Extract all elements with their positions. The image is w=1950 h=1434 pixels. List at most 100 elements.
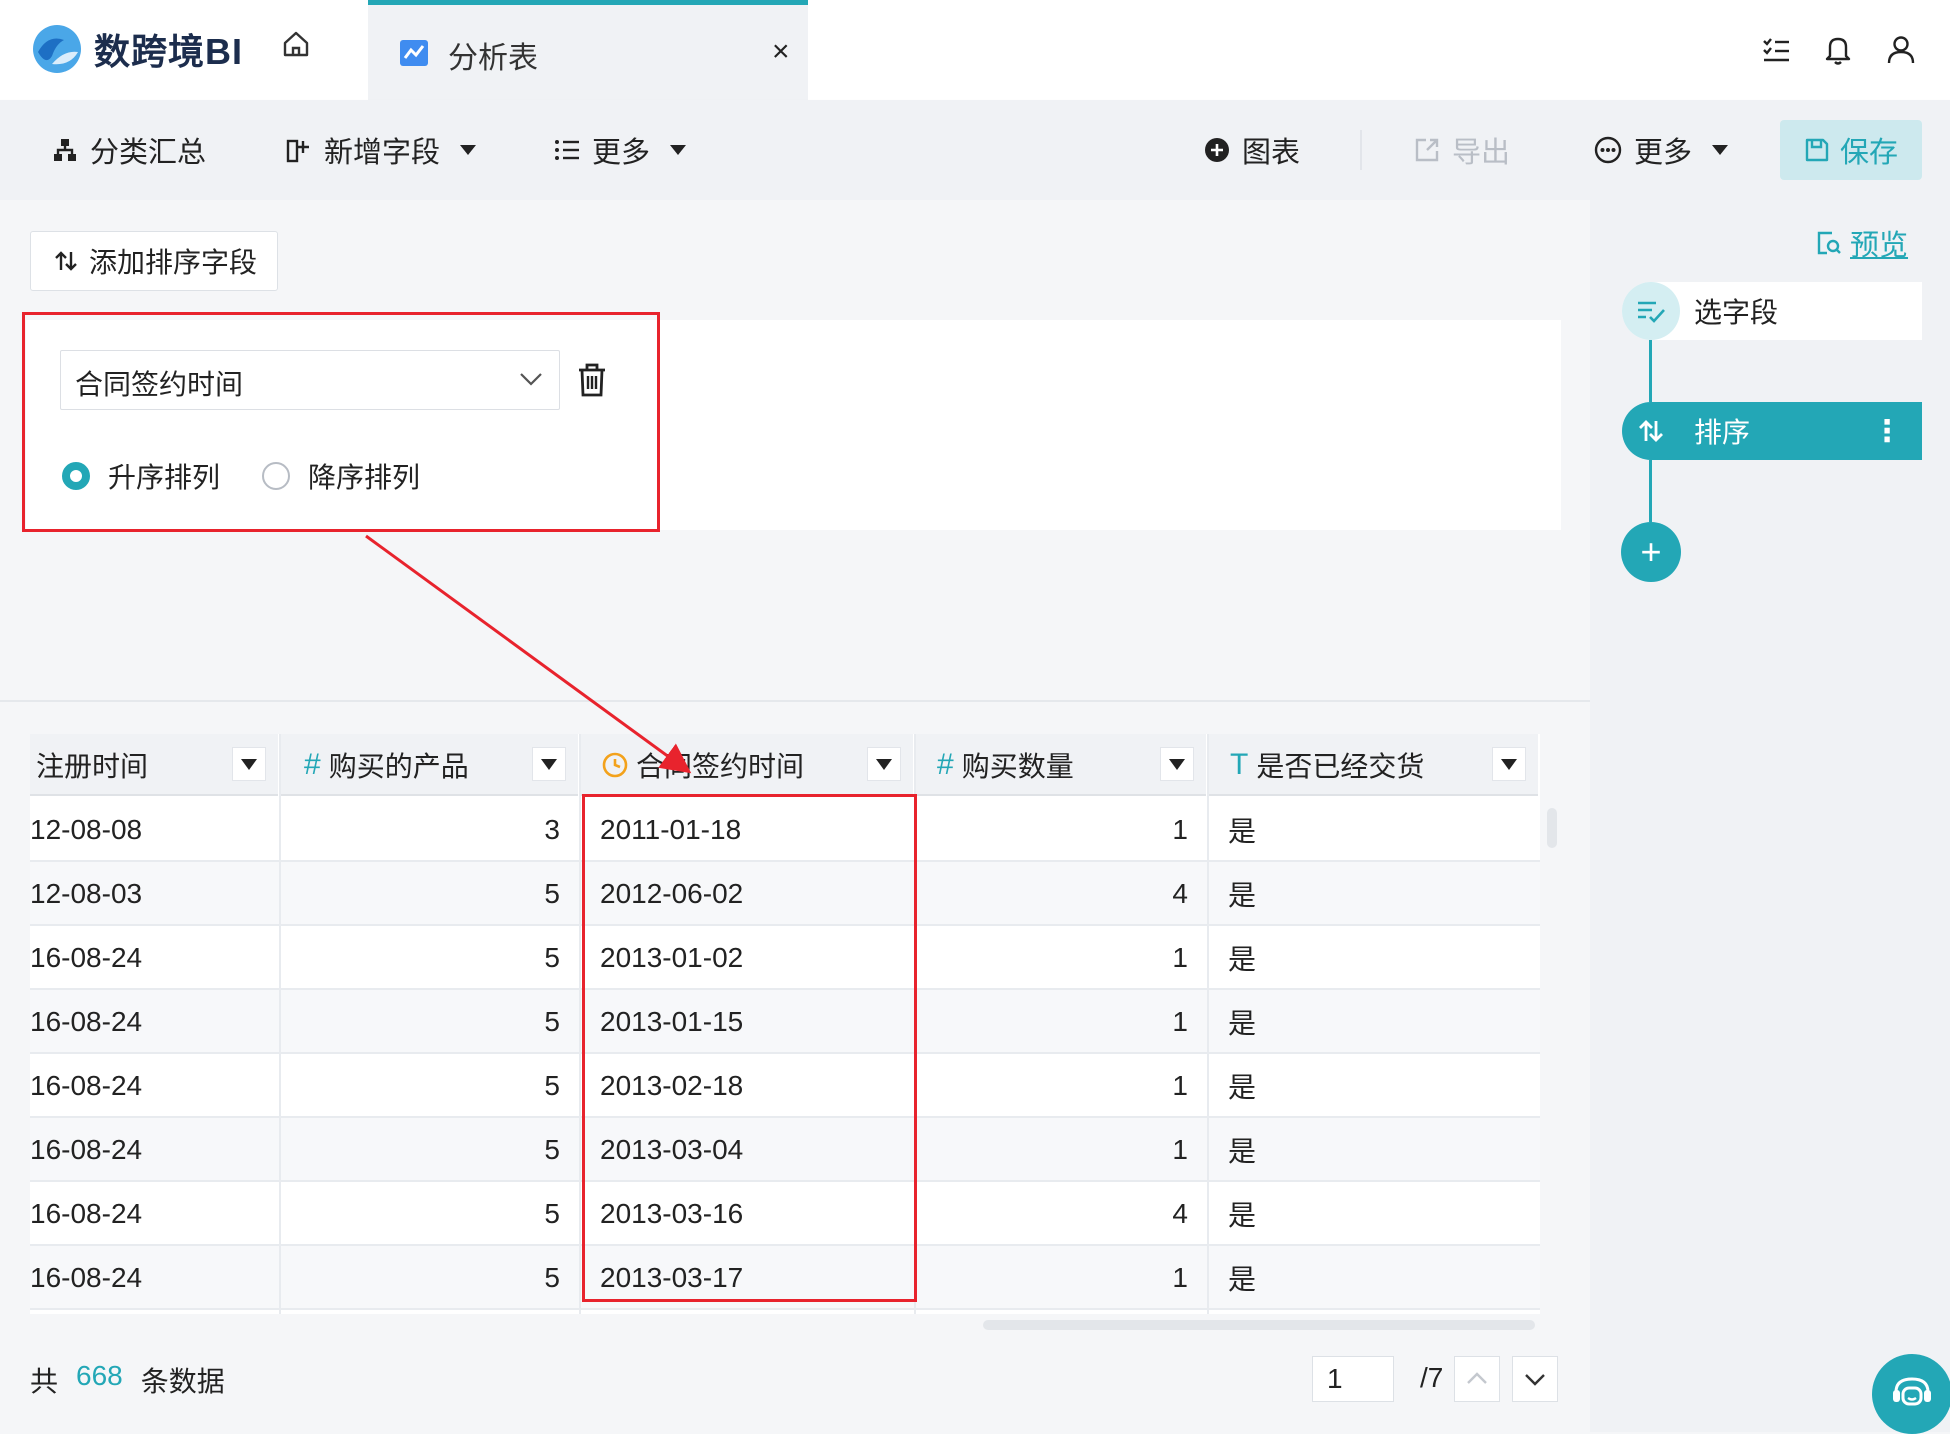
preview-label: 预览 bbox=[1850, 230, 1909, 262]
save-button[interactable]: 保存 bbox=[1780, 120, 1922, 180]
app-logo[interactable]: 数跨境BI bbox=[30, 14, 243, 84]
column-name: 注册时间 bbox=[36, 751, 149, 782]
more-right-label: 更多 bbox=[1634, 137, 1693, 169]
column-menu-button[interactable] bbox=[232, 747, 266, 781]
bell-icon bbox=[1825, 37, 1851, 65]
export-icon bbox=[1415, 138, 1439, 162]
flow-connector bbox=[1649, 460, 1652, 522]
kebab-menu-icon[interactable]: ⋮ bbox=[1872, 414, 1902, 449]
more-menu-left[interactable]: 更多 bbox=[554, 100, 687, 200]
column-header-delivered[interactable]: T 是否已经交货 bbox=[1208, 734, 1540, 796]
column-divider bbox=[279, 734, 281, 1314]
preview-link[interactable]: 预览 bbox=[1816, 222, 1908, 264]
column-header-product[interactable]: # 购买的产品 bbox=[280, 734, 580, 796]
more-menu-right[interactable]: 更多 bbox=[1594, 100, 1729, 200]
group-summary-button[interactable]: 分类汇总 bbox=[52, 100, 206, 200]
register-time-cell: 16-08-24 bbox=[30, 1198, 143, 1229]
chat-icon bbox=[1893, 1377, 1931, 1406]
product-cell: 5 bbox=[544, 1134, 560, 1165]
quantity-cell: 1 bbox=[1172, 1070, 1188, 1101]
save-icon bbox=[1805, 138, 1829, 162]
page-number-input[interactable]: 1 bbox=[1312, 1356, 1394, 1402]
export-button[interactable]: 导出 bbox=[1414, 100, 1510, 200]
column-header-quantity[interactable]: # 购买数量 bbox=[915, 734, 1208, 796]
sort-label: 排序 bbox=[1694, 417, 1751, 448]
column-menu-button[interactable] bbox=[867, 747, 901, 781]
group-summary-label: 分类汇总 bbox=[90, 137, 207, 169]
home-icon bbox=[283, 31, 309, 57]
prev-page-button[interactable] bbox=[1454, 1356, 1500, 1402]
quantity-cell: 4 bbox=[1172, 878, 1188, 909]
flow-connector bbox=[1649, 340, 1652, 402]
caret-down-icon bbox=[541, 758, 557, 770]
product-cell: 3 bbox=[544, 814, 560, 845]
contract-time-column-highlight bbox=[582, 794, 917, 1302]
sort-node bbox=[1622, 402, 1680, 460]
support-chat-button[interactable] bbox=[1872, 1354, 1950, 1434]
quantity-cell: 1 bbox=[1172, 1006, 1188, 1037]
logo-icon bbox=[33, 25, 81, 73]
column-header-contract-time[interactable]: 合同签约时间 bbox=[580, 734, 915, 796]
section-divider bbox=[0, 700, 1590, 702]
product-cell: 5 bbox=[544, 942, 560, 973]
quantity-cell: 1 bbox=[1172, 942, 1188, 973]
top-bar: 数跨境BI 分析表 × bbox=[0, 0, 1950, 100]
column-name: 是否已经交货 bbox=[1256, 751, 1425, 782]
quantity-cell: 1 bbox=[1172, 814, 1188, 845]
add-sort-field-button[interactable]: 添加排序字段 bbox=[30, 231, 278, 291]
flow-step-sort[interactable]: 排序 ⋮ bbox=[1622, 402, 1922, 460]
register-time-cell: 16-08-24 bbox=[30, 1006, 143, 1037]
chart-label: 图表 bbox=[1242, 137, 1301, 169]
record-count: 共 668 条数据 bbox=[30, 1360, 225, 1400]
chevron-down-icon bbox=[1525, 1374, 1545, 1386]
caret-down-icon bbox=[876, 758, 892, 770]
next-page-button[interactable] bbox=[1512, 1356, 1558, 1402]
flow-step-select-fields[interactable]: 选字段 bbox=[1622, 282, 1922, 340]
quantity-cell: 1 bbox=[1172, 1134, 1188, 1165]
logo-text: 数跨境BI bbox=[94, 31, 244, 72]
preview-icon bbox=[1817, 231, 1841, 255]
add-field-button[interactable]: 新增字段 bbox=[286, 100, 477, 200]
column-header-register-time[interactable]: 注册时间 bbox=[30, 734, 280, 796]
toolbar: 分类汇总 新增字段 更多 图表 导出 更多 bbox=[0, 100, 1950, 200]
flow-panel bbox=[1590, 200, 1950, 1432]
number-type-icon: # bbox=[304, 748, 321, 781]
column-menu-button[interactable] bbox=[1492, 747, 1526, 781]
column-name: 购买的产品 bbox=[328, 751, 469, 782]
save-label: 保存 bbox=[1839, 137, 1898, 169]
register-time-cell: 16-08-24 bbox=[30, 1070, 143, 1101]
select-fields-node bbox=[1622, 282, 1680, 340]
chevron-down-icon bbox=[670, 145, 687, 155]
tab-analysis-table[interactable]: 分析表 × bbox=[368, 0, 808, 100]
quantity-cell: 4 bbox=[1172, 1198, 1188, 1229]
quantity-cell: 1 bbox=[1172, 1262, 1188, 1293]
delivered-cell: 是 bbox=[1228, 1136, 1257, 1167]
column-divider bbox=[579, 734, 581, 1314]
product-cell: 5 bbox=[544, 1198, 560, 1229]
number-type-icon: # bbox=[937, 748, 954, 781]
register-time-cell: 16-08-24 bbox=[30, 1134, 143, 1165]
task-list-button[interactable] bbox=[1758, 30, 1794, 70]
product-cell: 5 bbox=[544, 1070, 560, 1101]
register-time-cell: 16-08-24 bbox=[30, 942, 143, 973]
column-menu-button[interactable] bbox=[1160, 747, 1194, 781]
table-header: 注册时间 # 购买的产品 合同签约时间 # 购买数量 T 是否已经交货 bbox=[30, 734, 1540, 796]
tab-close-icon[interactable]: × bbox=[772, 35, 790, 69]
caret-down-icon bbox=[241, 758, 257, 770]
delivered-cell: 是 bbox=[1228, 1072, 1257, 1103]
product-cell: 5 bbox=[544, 1262, 560, 1293]
delivered-cell: 是 bbox=[1228, 1264, 1257, 1295]
tab-label: 分析表 bbox=[448, 42, 538, 75]
horizontal-scrollbar[interactable] bbox=[983, 1320, 1535, 1330]
add-step-button[interactable]: + bbox=[1621, 522, 1681, 582]
column-name: 合同签约时间 bbox=[636, 751, 805, 782]
column-menu-button[interactable] bbox=[532, 747, 566, 781]
notification-button[interactable] bbox=[1820, 30, 1856, 70]
add-chart-button[interactable]: 图表 bbox=[1204, 100, 1300, 200]
home-button[interactable] bbox=[274, 22, 318, 66]
sort-arrows-icon bbox=[1639, 420, 1663, 442]
user-button[interactable] bbox=[1883, 30, 1919, 70]
vertical-scrollbar[interactable] bbox=[1547, 808, 1557, 848]
export-label: 导出 bbox=[1452, 137, 1511, 169]
delivered-cell: 是 bbox=[1228, 944, 1257, 975]
